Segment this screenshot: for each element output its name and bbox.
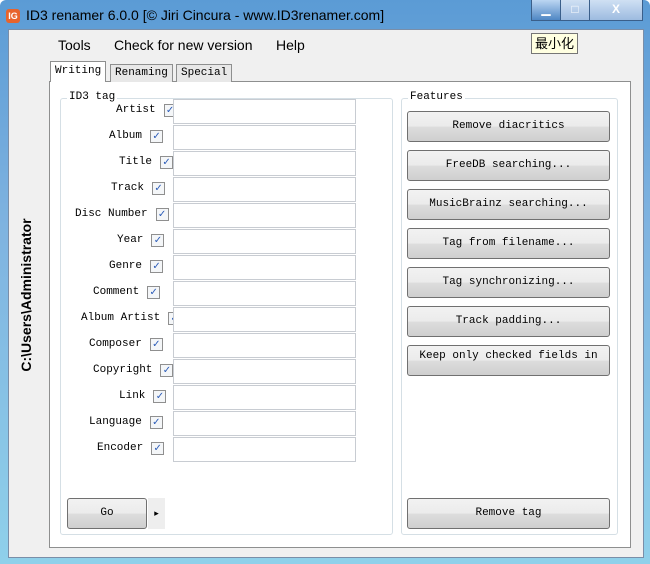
field-row: Disc Number ✓ bbox=[75, 203, 169, 225]
field-row: Encoder ✓ bbox=[97, 437, 165, 459]
window-title: ID3 renamer 6.0.0 [© Jiri Cincura - www.… bbox=[26, 7, 385, 23]
field-checkbox[interactable]: ✓ bbox=[150, 259, 164, 273]
field-row: Language ✓ bbox=[89, 411, 163, 433]
field-input[interactable] bbox=[173, 255, 356, 280]
tab-writing[interactable]: Writing bbox=[50, 61, 107, 82]
minimize-button[interactable]: ▁ bbox=[531, 0, 561, 21]
field-input[interactable] bbox=[173, 437, 356, 462]
field-checkbox[interactable]: ✓ bbox=[149, 337, 163, 351]
field-input[interactable] bbox=[173, 281, 356, 306]
field-label: Disc Number bbox=[75, 208, 148, 220]
field-row: Album ✓ bbox=[109, 125, 164, 147]
field-row: Title ✓ bbox=[119, 151, 174, 173]
features-label: Features bbox=[408, 91, 465, 103]
field-input[interactable] bbox=[173, 177, 356, 202]
field-label: Genre bbox=[109, 260, 143, 272]
tab-pane-writing: ID3 tag Artist ✓ Album ✓ Title ✓ Track ✓ Disc Nu… bbox=[49, 81, 631, 548]
field-input[interactable] bbox=[173, 125, 356, 150]
field-checkbox[interactable]: ✓ bbox=[152, 181, 166, 195]
feature-button[interactable]: Track padding... bbox=[407, 306, 610, 337]
field-input[interactable] bbox=[173, 385, 356, 410]
field-input[interactable] bbox=[173, 359, 356, 384]
field-input[interactable] bbox=[173, 229, 356, 254]
feature-button[interactable]: FreeDB searching... bbox=[407, 150, 610, 181]
tab-special[interactable]: Special bbox=[176, 64, 233, 82]
field-label: Copyright bbox=[93, 364, 153, 376]
field-label: Album bbox=[109, 130, 143, 142]
field-input[interactable] bbox=[173, 99, 356, 124]
field-label: Artist bbox=[116, 104, 156, 116]
field-label: Year bbox=[117, 234, 144, 246]
field-label: Encoder bbox=[97, 442, 144, 454]
field-checkbox[interactable]: ✓ bbox=[160, 155, 174, 169]
maximize-button[interactable]: □ bbox=[560, 0, 590, 21]
feature-button[interactable]: MusicBrainz searching... bbox=[407, 189, 610, 220]
field-checkbox[interactable]: ✓ bbox=[151, 233, 165, 247]
field-row: Genre ✓ bbox=[109, 255, 164, 277]
field-input[interactable] bbox=[173, 333, 356, 358]
field-row: Album Artist✓ bbox=[81, 307, 182, 329]
remove-tag-button[interactable]: Remove tag bbox=[407, 498, 610, 529]
feature-button[interactable]: Tag synchronizing... bbox=[407, 267, 610, 298]
go-button[interactable]: Go bbox=[67, 498, 147, 529]
id3-tag-group: ID3 tag Artist ✓ Album ✓ Title ✓ Track ✓ Disc Nu… bbox=[60, 91, 393, 535]
field-label: Language bbox=[89, 416, 142, 428]
field-checkbox[interactable]: ✓ bbox=[155, 207, 169, 221]
field-label: Title bbox=[119, 156, 153, 168]
field-row: Artist ✓ bbox=[116, 99, 177, 121]
features-group: Features Remove diacritics FreeDB searchi… bbox=[401, 91, 618, 535]
field-label: Link bbox=[119, 390, 146, 402]
field-checkbox[interactable]: ✓ bbox=[160, 363, 174, 377]
field-input[interactable] bbox=[173, 307, 356, 332]
menu-check-version[interactable]: Check for new version bbox=[114, 37, 253, 53]
app-icon: IG bbox=[6, 9, 20, 23]
close-button[interactable]: X bbox=[589, 0, 643, 21]
field-label: Composer bbox=[89, 338, 142, 350]
field-input[interactable] bbox=[173, 411, 356, 436]
field-input[interactable] bbox=[173, 151, 356, 176]
feature-button[interactable]: Remove diacritics bbox=[407, 111, 610, 142]
menu-help[interactable]: Help bbox=[276, 37, 305, 53]
field-row: Composer ✓ bbox=[89, 333, 163, 355]
id3-tag-label: ID3 tag bbox=[67, 91, 118, 103]
field-row: Link ✓ bbox=[119, 385, 167, 407]
field-input[interactable] bbox=[173, 203, 356, 228]
field-checkbox[interactable]: ✓ bbox=[151, 441, 165, 455]
field-row: Comment ✓ bbox=[93, 281, 161, 303]
current-path: C:\Users\Administrator bbox=[18, 218, 34, 372]
field-label: Comment bbox=[93, 286, 140, 298]
field-row: Copyright ✓ bbox=[93, 359, 174, 381]
field-row: Year ✓ bbox=[117, 229, 165, 251]
tab-renaming[interactable]: Renaming bbox=[110, 64, 173, 82]
field-checkbox[interactable]: ✓ bbox=[150, 129, 164, 143]
field-label: Album Artist bbox=[81, 312, 161, 324]
feature-button[interactable]: Keep only checked fields in bbox=[407, 345, 610, 376]
field-label: Track bbox=[111, 182, 145, 194]
field-checkbox[interactable]: ✓ bbox=[147, 285, 161, 299]
menu-tools[interactable]: Tools bbox=[58, 37, 91, 53]
field-checkbox[interactable]: ✓ bbox=[149, 415, 163, 429]
feature-button[interactable]: Tag from filename... bbox=[407, 228, 610, 259]
field-checkbox[interactable]: ✓ bbox=[153, 389, 167, 403]
go-dropdown-arrow[interactable]: ▸ bbox=[148, 498, 165, 529]
tooltip: 最小化 bbox=[531, 33, 579, 54]
field-row: Track ✓ bbox=[111, 177, 166, 199]
